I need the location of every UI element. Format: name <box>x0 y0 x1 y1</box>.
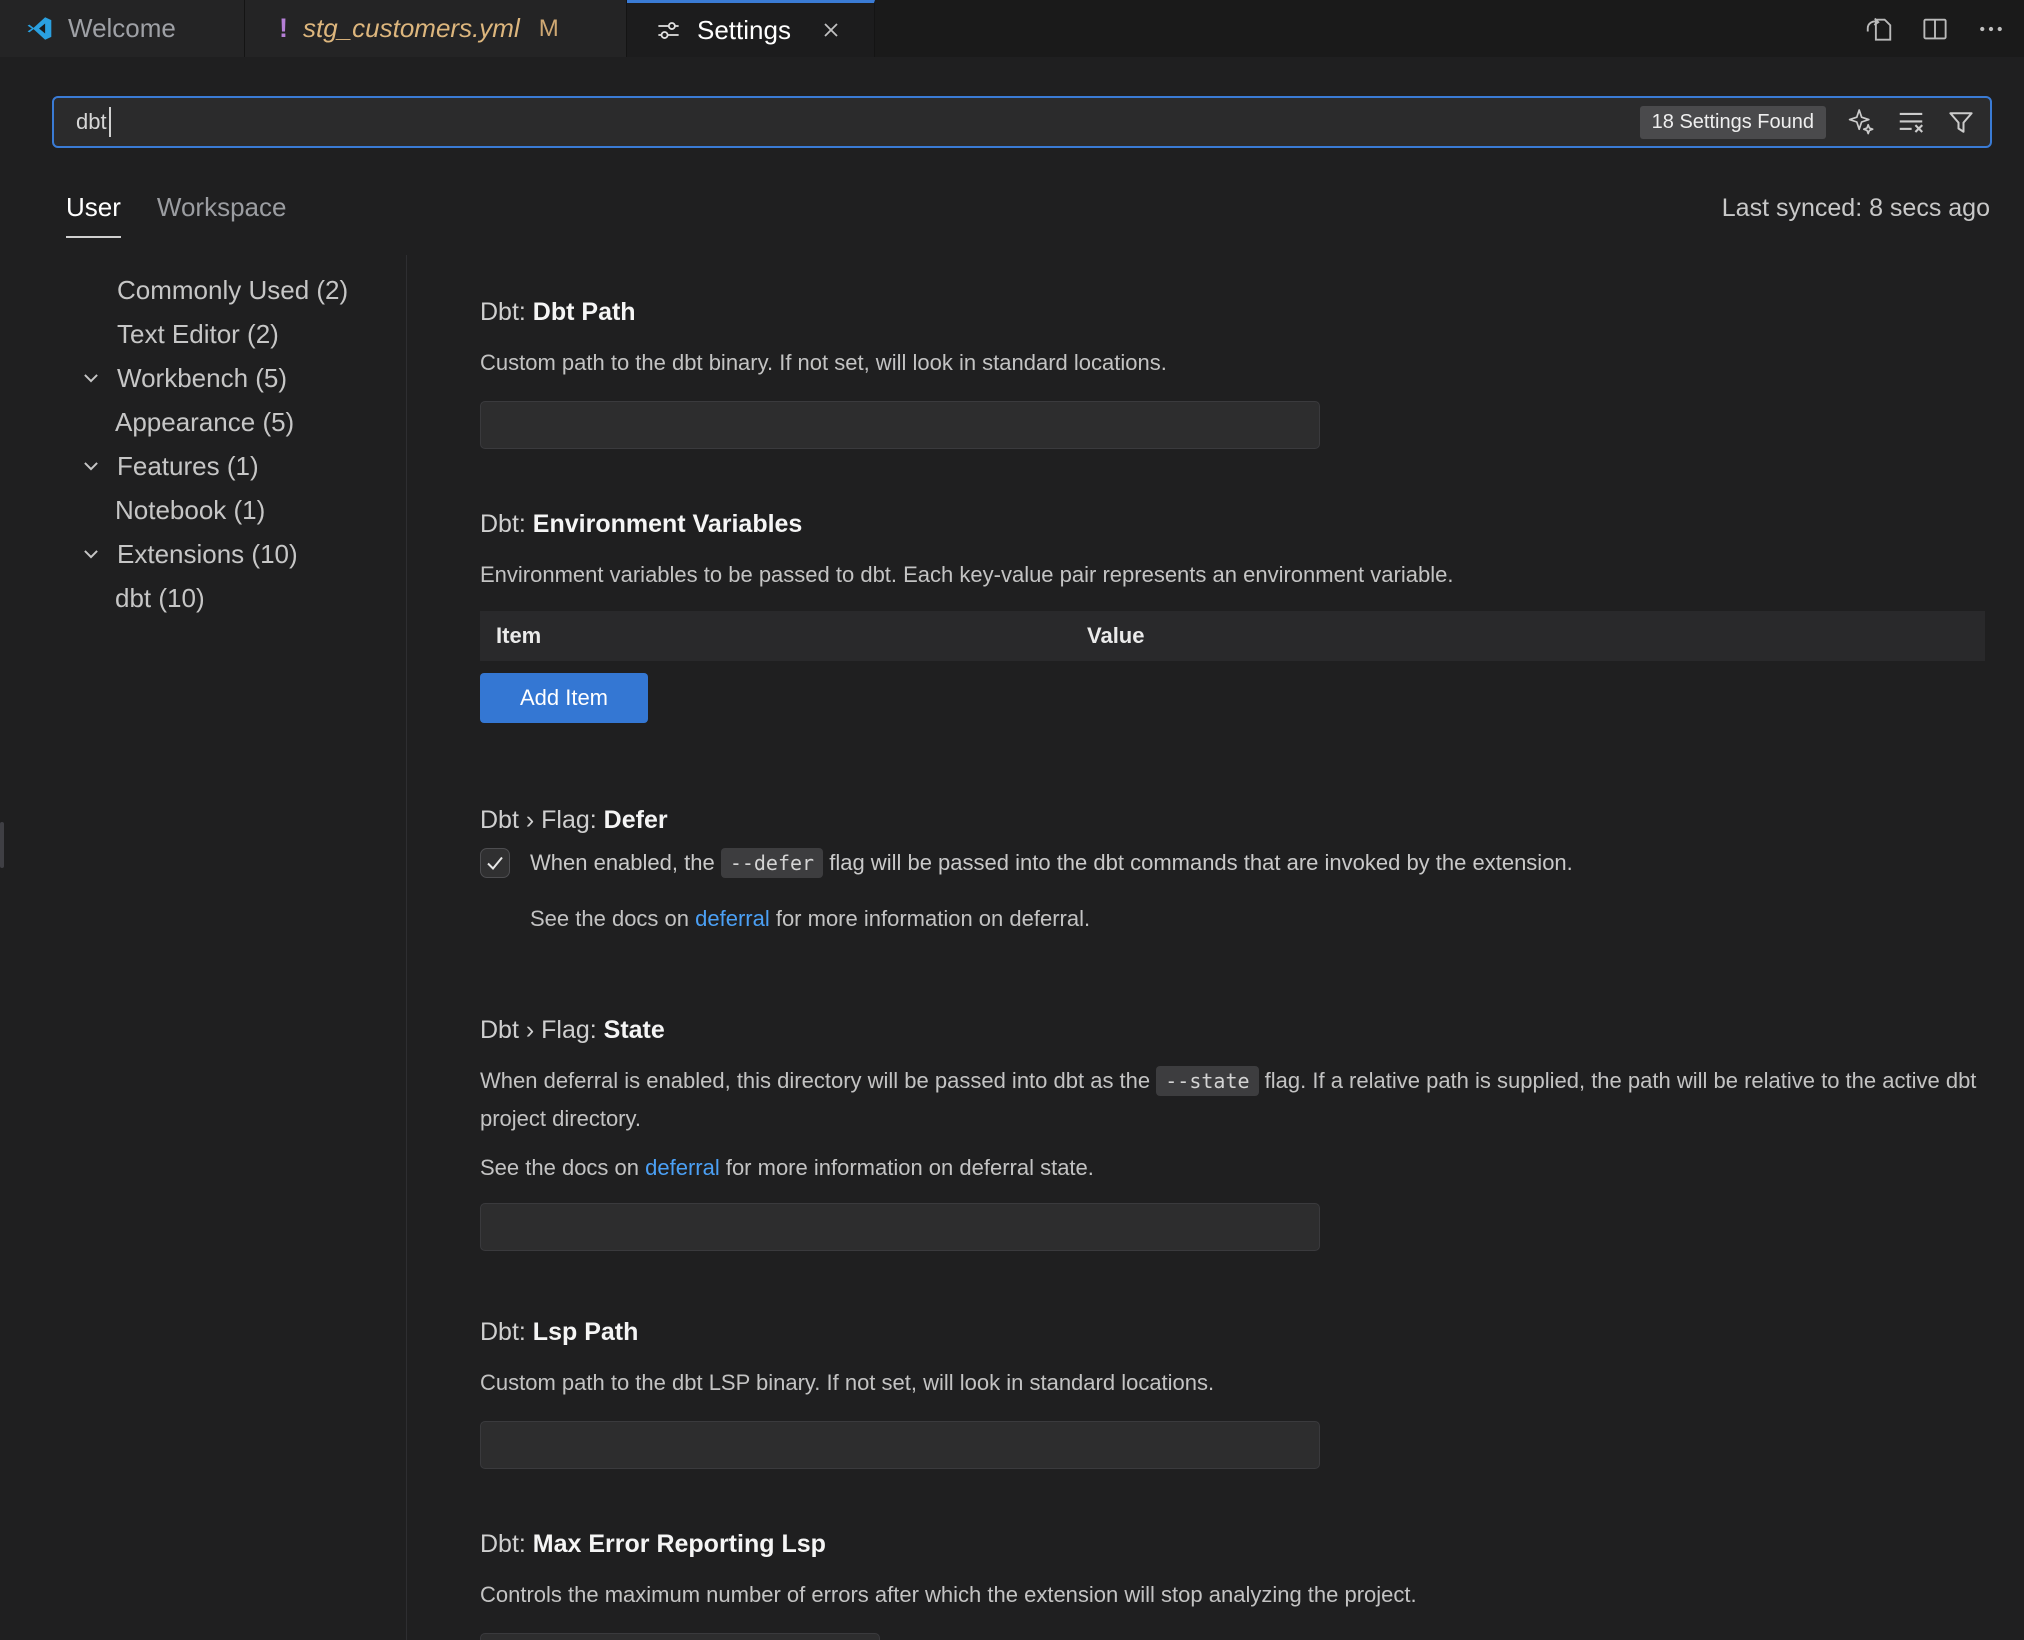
toc-label: Notebook (1) <box>115 495 265 526</box>
search-query-text: dbt <box>76 109 107 135</box>
more-actions-icon[interactable] <box>1976 14 2006 44</box>
results-count-badge: 18 Settings Found <box>1640 106 1826 139</box>
code-span: --state <box>1156 1066 1258 1096</box>
toc-item-dbt[interactable]: dbt (10) <box>60 576 406 620</box>
column-header-item: Item <box>480 623 1087 649</box>
vscode-logo-icon <box>26 15 53 42</box>
split-editor-icon[interactable] <box>1920 14 1950 44</box>
scope-tab-workspace[interactable]: Workspace <box>157 192 287 236</box>
settings-sliders-icon <box>655 17 682 44</box>
setting-description: Controls the maximum number of errors af… <box>480 1576 1992 1613</box>
setting-title: Dbt › Flag: Defer <box>480 806 1992 834</box>
settings-editor-window: Welcome ! stg_customers.yml M Settings <box>0 0 2024 1640</box>
last-synced-label: Last synced: 8 secs ago <box>1722 192 1990 223</box>
deferral-docs-link[interactable]: deferral <box>645 1155 720 1180</box>
tab-stg-customers[interactable]: ! stg_customers.yml M <box>245 0 627 57</box>
toc-label: Text Editor (2) <box>117 319 279 350</box>
add-item-button[interactable]: Add Item <box>480 673 648 723</box>
toc-item-text-editor[interactable]: Text Editor (2) <box>60 312 406 356</box>
editor-actions <box>1864 0 2024 57</box>
toc-label: Commonly Used (2) <box>117 275 348 306</box>
tab-label: Welcome <box>68 13 176 44</box>
toc-item-notebook[interactable]: Notebook (1) <box>60 488 406 532</box>
toc-item-appearance[interactable]: Appearance (5) <box>60 400 406 444</box>
setting-title: Dbt: Dbt Path <box>480 298 1992 326</box>
ai-search-sparkle-icon[interactable] <box>1846 107 1876 137</box>
setting-flag-state: Dbt › Flag: State When deferral is enabl… <box>480 1016 1992 1251</box>
scope-tab-user[interactable]: User <box>66 192 121 238</box>
setting-description: Custom path to the dbt LSP binary. If no… <box>480 1364 1992 1401</box>
toc-label: dbt (10) <box>115 583 205 614</box>
filter-icon[interactable] <box>1946 107 1976 137</box>
defer-checkbox[interactable] <box>480 848 510 878</box>
docs-line: See the docs on deferral for more inform… <box>480 904 1992 934</box>
lsp-path-input[interactable] <box>480 1421 1320 1469</box>
tab-settings[interactable]: Settings <box>627 0 875 57</box>
toc-item-workbench[interactable]: Workbench (5) <box>60 356 406 400</box>
scope-bar: User Workspace Last synced: 8 secs ago <box>66 192 1990 238</box>
env-variables-table: Item Value <box>480 611 1985 661</box>
docs-line: See the docs on deferral for more inform… <box>480 1153 1992 1183</box>
toc-label: Workbench (5) <box>117 363 287 394</box>
toc-item-extensions[interactable]: Extensions (10) <box>60 532 406 576</box>
setting-title: Dbt: Environment Variables <box>480 510 1992 538</box>
setting-title: Dbt: Max Error Reporting Lsp <box>480 1530 1992 1558</box>
toc-item-features[interactable]: Features (1) <box>60 444 406 488</box>
clear-filters-icon[interactable] <box>1896 107 1926 137</box>
tab-label: Settings <box>697 15 791 46</box>
toc-label: Appearance (5) <box>115 407 294 438</box>
setting-description: Custom path to the dbt binary. If not se… <box>480 344 1992 381</box>
toc-item-commonly-used[interactable]: Commonly Used (2) <box>60 268 406 312</box>
setting-dbt-path: Dbt: Dbt Path Custom path to the dbt bin… <box>480 298 1992 449</box>
settings-search-input[interactable]: dbt 18 Settings Found <box>52 96 1992 148</box>
tab-welcome[interactable]: Welcome <box>0 0 245 57</box>
settings-toc: Commonly Used (2) Text Editor (2) Workbe… <box>60 268 406 620</box>
checkbox-label: When enabled, the --defer flag will be p… <box>530 846 1573 880</box>
chevron-down-icon[interactable] <box>80 455 104 477</box>
tab-label: stg_customers.yml <box>303 13 520 44</box>
text-caret <box>109 107 111 137</box>
chevron-down-icon[interactable] <box>80 543 104 565</box>
close-icon[interactable] <box>820 19 842 41</box>
setting-environment-variables: Dbt: Environment Variables Environment v… <box>480 510 1992 723</box>
tab-bar: Welcome ! stg_customers.yml M Settings <box>0 0 2024 57</box>
setting-title: Dbt: Lsp Path <box>480 1318 1992 1346</box>
deferral-docs-link[interactable]: deferral <box>695 906 770 931</box>
toc-splitter[interactable] <box>406 255 407 1640</box>
open-changes-icon[interactable] <box>1864 14 1894 44</box>
table-header-row: Item Value <box>480 611 1985 661</box>
setting-title: Dbt › Flag: State <box>480 1016 1992 1044</box>
dbt-path-input[interactable] <box>480 401 1320 449</box>
state-path-input[interactable] <box>480 1203 1320 1251</box>
setting-max-error-reporting: Dbt: Max Error Reporting Lsp Controls th… <box>480 1530 1992 1640</box>
setting-lsp-path: Dbt: Lsp Path Custom path to the dbt LSP… <box>480 1318 1992 1469</box>
scrollbar-thumb[interactable] <box>0 822 4 868</box>
setting-flag-defer: Dbt › Flag: Defer When enabled, the --de… <box>480 806 1992 934</box>
setting-description: When deferral is enabled, this directory… <box>480 1062 1992 1137</box>
toc-label: Features (1) <box>117 451 259 482</box>
toc-label: Extensions (10) <box>117 539 298 570</box>
max-error-input[interactable] <box>480 1633 880 1640</box>
chevron-down-icon[interactable] <box>80 367 104 389</box>
code-span: --defer <box>721 848 823 878</box>
modified-badge: M <box>539 15 559 43</box>
column-header-value: Value <box>1087 623 1985 649</box>
setting-description: Environment variables to be passed to db… <box>480 556 1992 593</box>
warning-icon: ! <box>279 13 288 44</box>
